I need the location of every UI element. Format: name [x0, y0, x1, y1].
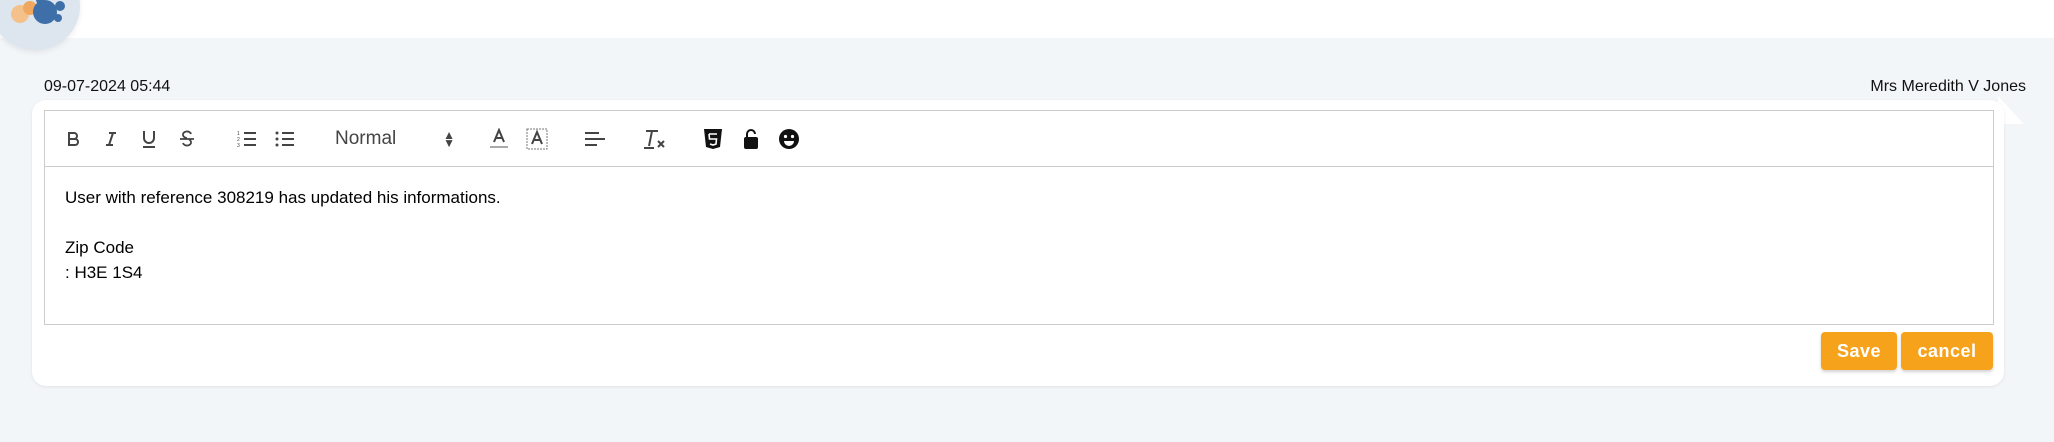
font-size-value: Normal	[335, 128, 397, 149]
ordered-list-icon[interactable]: 123	[233, 125, 261, 153]
html5-icon[interactable]	[699, 125, 727, 153]
strikethrough-icon[interactable]	[173, 125, 201, 153]
top-bar	[0, 0, 2054, 38]
svg-text:3: 3	[237, 143, 240, 148]
editor-toolbar: 123 Normal ▲ ▼	[45, 111, 1993, 167]
save-button[interactable]: Save	[1821, 332, 1897, 370]
font-size-select[interactable]: Normal ▲ ▼	[335, 125, 455, 153]
editor-content[interactable]: User with reference 308219 has updated h…	[45, 167, 1993, 303]
clear-format-icon[interactable]	[641, 125, 669, 153]
underline-icon[interactable]	[135, 125, 163, 153]
lock-icon[interactable]	[737, 125, 765, 153]
bold-icon[interactable]	[59, 125, 87, 153]
align-icon[interactable]	[581, 125, 609, 153]
comment-card: 123 Normal ▲ ▼ User with reference 30821…	[32, 100, 2004, 386]
bullet-list-icon[interactable]	[271, 125, 299, 153]
comment-author: Mrs Meredith V Jones	[1870, 78, 2026, 95]
paw-logo-icon	[11, 0, 65, 24]
content-line: Zip Code	[65, 238, 134, 257]
logo-avatar[interactable]	[0, 0, 80, 50]
comment-timestamp: 09-07-2024 05:44	[44, 78, 171, 95]
content-line: User with reference 308219 has updated h…	[65, 188, 501, 207]
background-color-icon[interactable]	[523, 125, 551, 153]
select-caret-icon: ▲ ▼	[443, 128, 455, 150]
rich-text-editor: 123 Normal ▲ ▼ User with reference 30821…	[44, 110, 1994, 325]
text-color-icon[interactable]	[485, 125, 513, 153]
cancel-button[interactable]: cancel	[1901, 332, 1993, 370]
content-line	[65, 210, 1973, 235]
emoji-icon[interactable]	[775, 125, 803, 153]
italic-icon[interactable]	[97, 125, 125, 153]
content-line: : H3E 1S4	[65, 263, 143, 282]
